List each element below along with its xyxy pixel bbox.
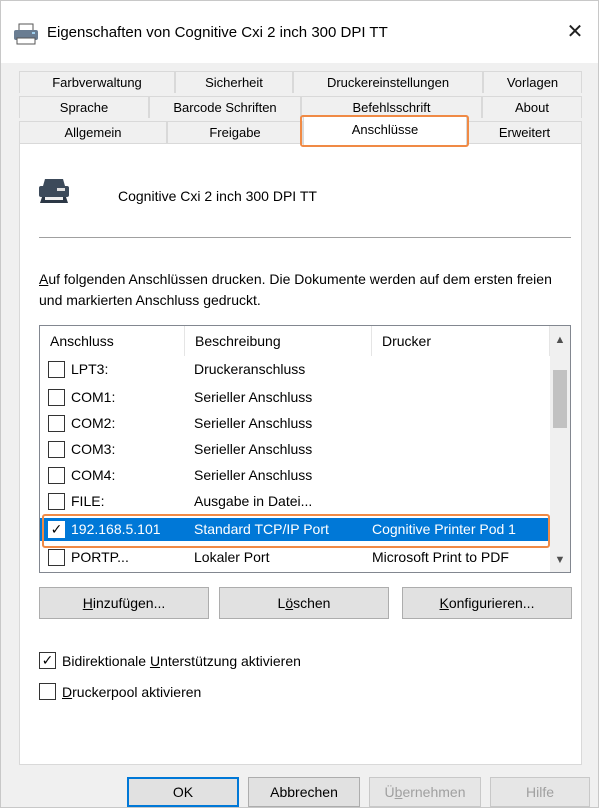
port-name: COM3: [71,441,116,457]
close-button[interactable]: ✕ [560,17,590,47]
add-port-label: inzufügen... [92,595,166,611]
apply-label-rest: ernehmen [402,784,466,800]
port-description: Serieller Anschluss [194,441,313,457]
port-row[interactable]: PORTP... Lokaler Port Microsoft Print to… [40,546,550,569]
ok-button[interactable]: OK [127,777,239,807]
apply-button[interactable]: Übernehmen [369,777,481,807]
port-row[interactable]: FILE: Ausgabe in Datei... [40,490,550,513]
port-name: PORTP... [71,549,129,565]
port-row[interactable]: COM1: Serieller Anschluss [40,386,550,409]
bidi-label-rest: nterstützung aktivieren [160,653,301,669]
vertical-scrollbar[interactable]: ▲ ▼ [550,326,570,572]
printer-icon [39,179,69,203]
printer-pool-label-rest: ruckerpool aktivieren [72,684,202,700]
port-description: Lokaler Port [194,549,270,565]
window-title: Eigenschaften von Cognitive Cxi 2 inch 3… [47,24,388,41]
port-name: COM2: [71,415,116,431]
printer-pool-label[interactable]: Druckerpool aktivieren [62,683,201,701]
port-printer: Microsoft Print to PDF [372,549,509,565]
port-row[interactable]: COM2: Serieller Anschluss [40,412,550,435]
ports-description: Auf folgenden Anschlüssen drucken. Die D… [39,269,569,311]
scroll-down-arrow-icon[interactable]: ▼ [550,550,570,570]
divider [39,237,571,238]
column-header-drucker[interactable]: Drucker [372,326,550,356]
port-description: Serieller Anschluss [194,467,313,483]
configure-port-label: onfigurieren... [448,595,535,611]
apply-label-pre: Ü [384,784,395,800]
port-checkbox[interactable] [48,389,65,406]
port-description: Druckeranschluss [194,361,306,377]
port-checkbox-checked[interactable]: ✓ [48,521,65,538]
port-printer: Cognitive Printer Pod 1 [372,521,516,537]
printer-pool-checkbox[interactable] [39,683,56,700]
port-checkbox[interactable] [48,441,65,458]
bidi-label-pre: Bidirektionale [62,653,150,669]
ports-list[interactable]: Anschluss Beschreibung Drucker LPT3: Dru… [39,325,571,573]
bidi-label[interactable]: Bidirektionale Unterstützung aktivieren [62,652,301,670]
configure-port-button[interactable]: Konfigurieren... [402,587,572,619]
port-description: Standard TCP/IP Port [194,521,329,537]
add-port-mnemonic: H [82,595,93,611]
delete-port-button[interactable]: Löschen [219,587,389,619]
cancel-button[interactable]: Abbrechen [248,777,360,807]
scroll-thumb[interactable] [553,370,567,428]
printer-pool-mnemonic: D [62,684,73,700]
port-name: LPT3: [71,361,109,377]
port-row[interactable]: COM4: Serieller Anschluss [40,464,550,487]
description-mnemonic: A [39,271,49,287]
port-checkbox[interactable] [48,361,65,378]
tab-erweitert[interactable]: Erweitert [467,121,582,143]
printer-properties-dialog: Eigenschaften von Cognitive Cxi 2 inch 3… [0,0,599,808]
port-row-selected[interactable]: ✓ 192.168.5.101 Standard TCP/IP Port Cog… [40,518,550,541]
port-name: COM1: [71,389,116,405]
tab-anschluesse[interactable]: Anschlüsse [303,115,467,145]
port-checkbox[interactable] [48,549,65,566]
port-description: Serieller Anschluss [194,415,313,431]
printer-name: Cognitive Cxi 2 inch 300 DPI TT [118,188,317,204]
port-checkbox[interactable] [48,415,65,432]
tab-vorlagen[interactable]: Vorlagen [483,71,582,93]
tab-druckereinstellungen[interactable]: Druckereinstellungen [293,71,483,93]
port-checkbox[interactable] [48,467,65,484]
column-header-anschluss[interactable]: Anschluss [40,326,185,356]
port-row[interactable]: LPT3: Druckeranschluss [40,358,550,381]
tab-sprache[interactable]: Sprache [19,96,149,118]
tab-freigabe[interactable]: Freigabe [167,121,303,143]
help-button[interactable]: Hilfe [490,777,590,807]
column-header-beschreibung[interactable]: Beschreibung [185,326,372,356]
configure-port-mnemonic: K [439,595,449,611]
tab-farbverwaltung[interactable]: Farbverwaltung [19,71,175,93]
port-description: Ausgabe in Datei... [194,493,313,509]
title-bar: Eigenschaften von Cognitive Cxi 2 inch 3… [1,1,598,63]
port-row[interactable]: COM3: Serieller Anschluss [40,438,550,461]
delete-port-mnemonic: ö [285,595,294,611]
tab-allgemein[interactable]: Allgemein [19,121,167,143]
tab-barcode-schriften[interactable]: Barcode Schriften [149,96,301,118]
tab-sicherheit[interactable]: Sicherheit [175,71,293,93]
port-description: Serieller Anschluss [194,389,313,405]
add-port-button[interactable]: Hinzufügen... [39,587,209,619]
port-checkbox[interactable] [48,493,65,510]
bidi-mnemonic: U [149,653,161,669]
port-name: FILE: [71,493,105,509]
tab-about[interactable]: About [482,96,582,118]
delete-port-label: schen [293,595,331,611]
description-text: uf folgenden Anschlüssen drucken. Die Do… [39,271,552,308]
port-name: 192.168.5.101 [71,521,161,537]
bidi-checkbox[interactable]: ✓ [39,652,56,669]
scroll-up-arrow-icon[interactable]: ▲ [550,330,570,350]
printer-icon [14,23,38,45]
port-name: COM4: [71,467,116,483]
